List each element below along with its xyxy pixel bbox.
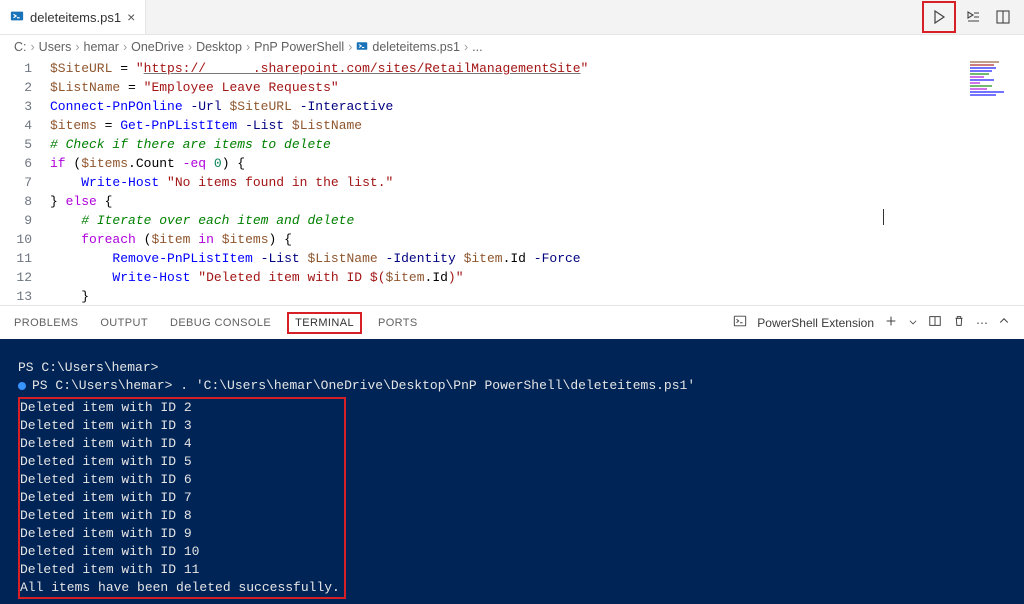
terminal-command-line: PS C:\Users\hemar> . 'C:\Users\hemar\One… (18, 377, 1006, 395)
powershell-icon (356, 40, 368, 55)
terminal-output-line: Deleted item with ID 2 (20, 399, 340, 417)
close-icon[interactable]: × (127, 9, 135, 25)
terminal-output-line: Deleted item with ID 11 (20, 561, 340, 579)
terminal-output-line: Deleted item with ID 7 (20, 489, 340, 507)
terminal-shell-label[interactable]: PowerShell Extension (757, 316, 874, 330)
more-icon[interactable]: ⋯ (976, 316, 988, 330)
terminal-output-line: All items have been deleted successfully… (20, 579, 340, 597)
terminal-output-highlight: Deleted item with ID 2 Deleted item with… (18, 397, 346, 599)
terminal-output-line: Deleted item with ID 6 (20, 471, 340, 489)
tab-filename: deleteitems.ps1 (30, 10, 121, 25)
terminal-panel[interactable]: PS C:\Users\hemar> PS C:\Users\hemar> . … (0, 339, 1024, 604)
terminal-output-line: Deleted item with ID 5 (20, 453, 340, 471)
line-number-gutter: 1 2 3 4 5 6 7 8 9 10 11 12 13 (0, 59, 50, 305)
breadcrumb[interactable]: C:› Users› hemar› OneDrive› Desktop› PnP… (0, 35, 1024, 59)
powershell-icon (10, 9, 24, 26)
status-dot-icon (18, 382, 26, 390)
editor-tabbar: deleteitems.ps1 × (0, 0, 1024, 35)
editor-tab-deleteitems[interactable]: deleteitems.ps1 × (0, 0, 146, 34)
breadcrumb-part: C: (14, 40, 27, 54)
split-terminal-button[interactable] (928, 314, 942, 331)
terminal-output-line: Deleted item with ID 8 (20, 507, 340, 525)
split-editor-button[interactable] (990, 4, 1016, 30)
run-button[interactable] (926, 4, 952, 30)
panel-tabbar: PROBLEMS OUTPUT DEBUG CONSOLE TERMINAL P… (0, 305, 1024, 339)
breadcrumb-part: Desktop (196, 40, 242, 54)
breadcrumb-part: hemar (84, 40, 119, 54)
terminal-icon (733, 314, 747, 331)
breadcrumb-part: PnP PowerShell (254, 40, 344, 54)
maximize-panel-button[interactable] (998, 315, 1010, 330)
code-content[interactable]: $SiteURL = "https:// .sharepoint.com/sit… (50, 59, 1024, 305)
tab-terminal[interactable]: TERMINAL (287, 312, 362, 334)
run-button-highlight (922, 1, 956, 33)
chevron-down-icon[interactable] (908, 316, 918, 330)
editor-actions (922, 0, 1024, 34)
terminal-output-line: Deleted item with ID 10 (20, 543, 340, 561)
breadcrumb-part: Users (39, 40, 72, 54)
text-cursor (883, 209, 884, 225)
tab-debug-console[interactable]: DEBUG CONSOLE (170, 317, 271, 329)
breadcrumb-part: OneDrive (131, 40, 184, 54)
terminal-output-line: Deleted item with ID 9 (20, 525, 340, 543)
breadcrumb-more: ... (472, 40, 482, 54)
breadcrumb-file: deleteitems.ps1 (372, 40, 460, 54)
kill-terminal-button[interactable] (952, 314, 966, 331)
run-selection-button[interactable] (960, 4, 986, 30)
tab-output[interactable]: OUTPUT (100, 317, 148, 329)
code-editor[interactable]: 1 2 3 4 5 6 7 8 9 10 11 12 13 $SiteURL =… (0, 59, 1024, 305)
terminal-output-line: Deleted item with ID 4 (20, 435, 340, 453)
terminal-output-line: Deleted item with ID 3 (20, 417, 340, 435)
new-terminal-button[interactable] (884, 314, 898, 331)
tab-ports[interactable]: PORTS (378, 317, 418, 329)
terminal-prompt: PS C:\Users\hemar> (18, 359, 1006, 377)
tab-problems[interactable]: PROBLEMS (14, 317, 78, 329)
